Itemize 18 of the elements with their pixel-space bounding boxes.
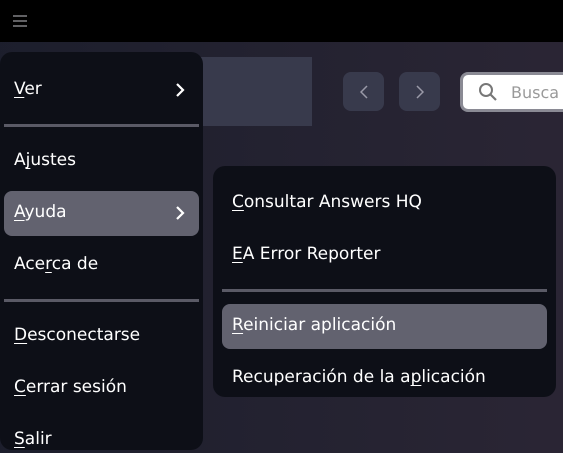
menu-item[interactable]: Ajustes	[4, 138, 199, 184]
menu-item[interactable]: Ver	[4, 68, 199, 112]
forward-button[interactable]	[399, 72, 440, 111]
search-field[interactable]: Busca	[460, 72, 563, 112]
menu-item[interactable]: Reiniciar aplicación	[222, 304, 547, 348]
search-icon	[478, 82, 498, 102]
menu-item[interactable]: Recuperación de la aplicación	[222, 356, 547, 400]
menu-item[interactable]: Acerca de	[4, 242, 199, 288]
chevron-right-icon	[416, 84, 424, 98]
menu-item[interactable]: EA Error Reporter	[222, 232, 547, 278]
menu-item[interactable]: Salir	[4, 418, 199, 453]
menu-item[interactable]: Ayuda	[4, 190, 199, 236]
menu-icon[interactable]	[13, 15, 27, 27]
menu-item[interactable]: Cerrar sesión	[4, 366, 199, 410]
back-button[interactable]	[343, 72, 384, 111]
menu-item[interactable]: Desconectarse	[4, 314, 199, 358]
menu-item[interactable]: Consultar Answers HQ	[222, 180, 547, 226]
chevron-left-icon	[360, 84, 368, 98]
